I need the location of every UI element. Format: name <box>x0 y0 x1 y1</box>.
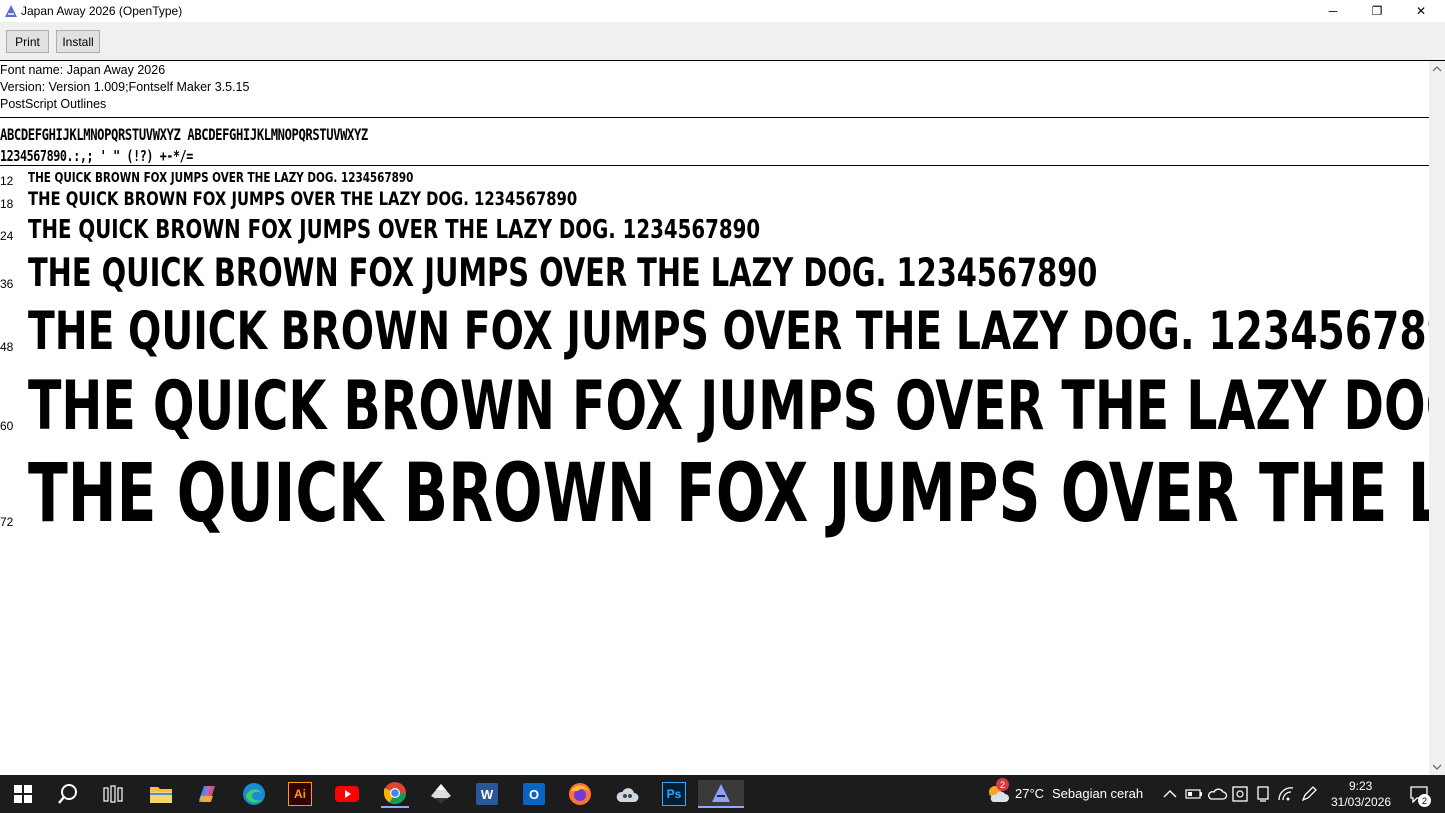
weather-badge: 2 <box>996 778 1009 791</box>
font-viewer-icon <box>712 784 730 802</box>
inkscape-icon <box>431 784 451 804</box>
restore-button[interactable]: ❐ <box>1355 0 1399 22</box>
pen-button[interactable] <box>1298 780 1320 808</box>
network-button[interactable] <box>1275 780 1297 808</box>
font-viewer-app-icon <box>3 3 19 19</box>
folder-icon <box>150 787 172 803</box>
battery-icon <box>1185 789 1202 799</box>
device-icon <box>1257 786 1269 802</box>
wifi-icon <box>1278 787 1294 801</box>
battery-button[interactable] <box>1183 780 1205 808</box>
size-label-18: 18 <box>0 197 14 211</box>
onedrive-icon <box>1208 788 1227 800</box>
size-label-72: 72 <box>0 515 14 529</box>
taskbar-cloud-app[interactable] <box>613 780 641 808</box>
minimize-button[interactable]: ─ <box>1311 0 1355 22</box>
install-button[interactable]: Install <box>56 30 100 53</box>
taskbar-outlook[interactable]: O <box>520 780 548 808</box>
size-label-36: 36 <box>0 277 14 291</box>
chevron-up-icon <box>1163 790 1177 798</box>
word-icon: W <box>476 783 498 805</box>
sample-text-36: THE QUICK BROWN FOX JUMPS OVER THE LAZY … <box>28 251 1098 296</box>
tray-device-button[interactable] <box>1252 780 1274 808</box>
notification-count: 2 <box>1418 794 1431 807</box>
outlook-icon: O <box>523 783 545 805</box>
taskbar-edge[interactable] <box>240 780 268 808</box>
pen-icon <box>1301 786 1317 802</box>
chrome-icon <box>383 782 406 804</box>
taskbar-word[interactable]: W <box>473 780 501 808</box>
charset-digits-symbols: 1234567890.:,; ' " (!?) +-*/= <box>0 147 193 165</box>
taskbar-illustrator[interactable]: Ai <box>286 780 314 808</box>
clock-time[interactable]: 9:23 <box>1349 779 1372 793</box>
scroll-up-icon <box>1432 66 1442 72</box>
youtube-icon <box>335 786 359 802</box>
font-preview-area: Font name: Japan Away 2026 Version: Vers… <box>0 61 1429 775</box>
close-icon: ✕ <box>1415 4 1427 18</box>
sample-text-12: THE QUICK BROWN FOX JUMPS OVER THE LAZY … <box>28 171 414 186</box>
divider <box>0 165 1429 166</box>
start-button[interactable] <box>9 780 37 808</box>
taskbar-youtube[interactable] <box>333 780 361 808</box>
copilot-icon <box>199 786 215 802</box>
sample-text-24: THE QUICK BROWN FOX JUMPS OVER THE LAZY … <box>28 215 761 245</box>
restore-icon: ❐ <box>1371 4 1383 18</box>
taskbar-font-viewer[interactable] <box>698 780 744 808</box>
size-label-24: 24 <box>0 229 14 243</box>
search-icon <box>58 784 77 804</box>
divider <box>0 117 1429 118</box>
sample-text-18: THE QUICK BROWN FOX JUMPS OVER THE LAZY … <box>28 188 578 210</box>
font-name-line: Font name: Japan Away 2026 <box>0 63 166 77</box>
size-label-48: 48 <box>0 340 14 354</box>
taskbar: Ai W O Ps 2 27°C Sebagian cerah 9:23 31/… <box>0 775 1445 813</box>
taskbar-copilot[interactable] <box>193 780 221 808</box>
tray-app-icon <box>1232 786 1248 802</box>
title-bar[interactable]: Japan Away 2026 (OpenType) ─ ❐ ✕ <box>0 0 1445 22</box>
window-title: Japan Away 2026 (OpenType) <box>21 4 183 18</box>
cloud-app-icon <box>616 788 639 802</box>
taskbar-photoshop[interactable]: Ps <box>660 780 688 808</box>
task-view-button[interactable] <box>99 780 127 808</box>
scroll-down-icon <box>1432 764 1442 770</box>
print-button[interactable]: Print <box>6 30 49 53</box>
vertical-scrollbar[interactable] <box>1429 61 1445 775</box>
sample-text-48: THE QUICK BROWN FOX JUMPS OVER THE LAZY … <box>28 301 1429 362</box>
photoshop-icon: Ps <box>662 782 686 806</box>
taskbar-file-explorer[interactable] <box>147 780 175 808</box>
show-hidden-icons-button[interactable] <box>1160 780 1180 808</box>
taskbar-inkscape[interactable] <box>427 780 455 808</box>
weather-widget[interactable]: 2 <box>984 778 1012 808</box>
notification-center-button[interactable]: 2 <box>1404 780 1434 808</box>
task-view-icon <box>103 785 123 803</box>
size-label-12: 12 <box>0 174 14 188</box>
font-version-line: Version: Version 1.009;Fontself Maker 3.… <box>0 80 250 94</box>
charset-letters: ABCDEFGHIJKLMNOPQRSTUVWXYZ ABCDEFGHIJKLM… <box>0 125 368 144</box>
tray-app-button[interactable] <box>1229 780 1251 808</box>
windows-icon <box>14 785 32 803</box>
toolbar: Print Install <box>0 22 1445 61</box>
sample-text-60: THE QUICK BROWN FOX JUMPS OVER THE LAZY … <box>28 367 1429 446</box>
minimize-icon: ─ <box>1328 4 1338 18</box>
edge-icon <box>243 783 265 805</box>
onedrive-button[interactable] <box>1206 780 1228 808</box>
firefox-icon <box>569 783 591 805</box>
weather-description: Sebagian cerah <box>1052 786 1144 801</box>
taskbar-chrome[interactable] <box>381 780 409 808</box>
clock-date[interactable]: 31/03/2026 <box>1331 795 1391 809</box>
close-button[interactable]: ✕ <box>1399 0 1443 22</box>
size-label-60: 60 <box>0 419 14 433</box>
search-button[interactable] <box>54 780 82 808</box>
illustrator-icon: Ai <box>288 782 312 806</box>
taskbar-firefox[interactable] <box>566 780 594 808</box>
font-outline-line: PostScript Outlines <box>0 97 107 111</box>
sample-text-72: THE QUICK BROWN FOX JUMPS OVER THE LAZY … <box>28 447 1429 541</box>
weather-temperature: 27°C <box>1015 786 1045 801</box>
